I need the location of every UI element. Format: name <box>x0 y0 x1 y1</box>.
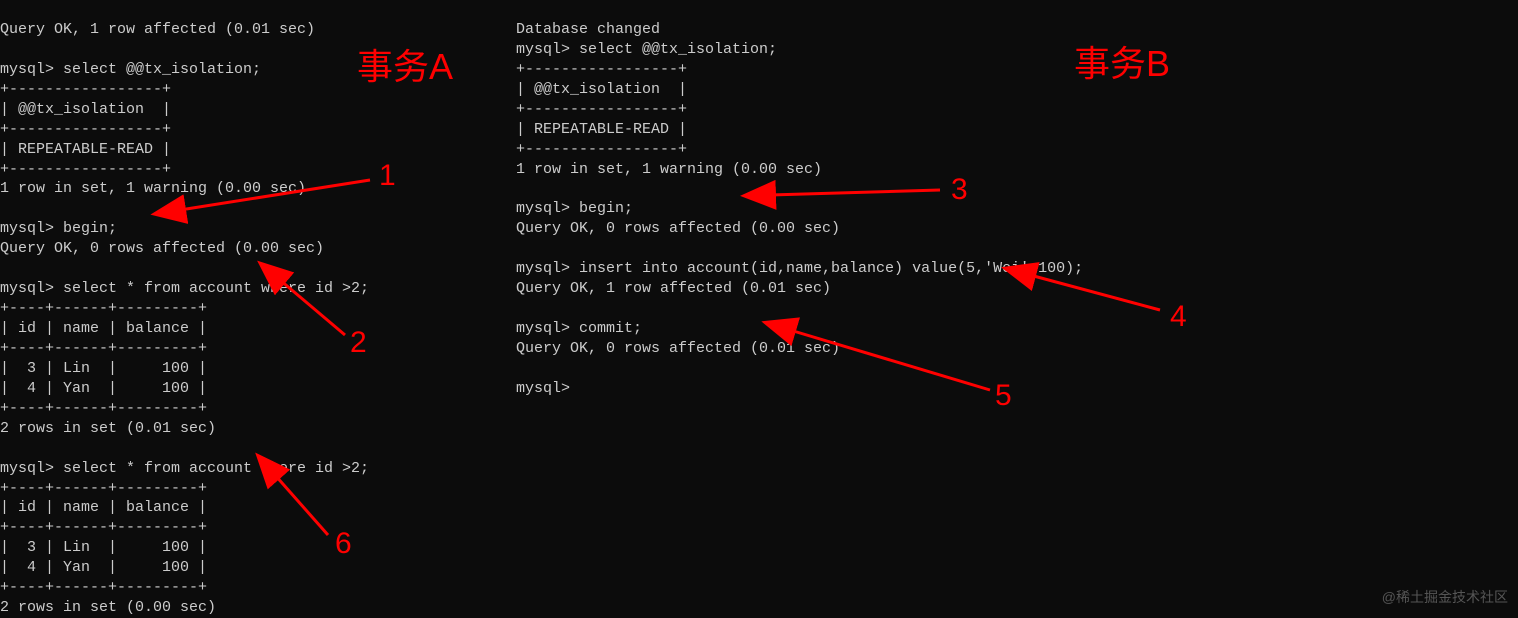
terminal-b: Database changed mysql> select @@tx_isol… <box>516 0 1083 399</box>
terminal-line: | 4 | Yan | 100 | <box>0 380 207 397</box>
terminal-line: +-----------------+ <box>516 101 687 118</box>
terminal-line: 2 rows in set (0.01 sec) <box>0 420 216 437</box>
terminal-line: mysql> insert into account(id,name,balan… <box>516 260 1083 277</box>
terminal-line: | id | name | balance | <box>0 499 207 516</box>
terminal-line: Query OK, 1 row affected (0.01 sec) <box>0 21 315 38</box>
terminal-line: 2 rows in set (0.00 sec) <box>0 599 216 616</box>
terminal-line: Query OK, 0 rows affected (0.01 sec) <box>516 340 840 357</box>
annotation-title-b: 事务B <box>1074 40 1170 88</box>
annotation-4: 4 <box>1170 297 1187 337</box>
terminal-line: +----+------+---------+ <box>0 480 207 497</box>
terminal-line: +----+------+---------+ <box>0 400 207 417</box>
terminal-line: Query OK, 0 rows affected (0.00 sec) <box>516 220 840 237</box>
terminal-line: | REPEATABLE-READ | <box>0 141 171 158</box>
terminal-line: | 3 | Lin | 100 | <box>0 360 207 377</box>
terminal-line: | @@tx_isolation | <box>0 101 171 118</box>
terminal-line: mysql> select @@tx_isolation; <box>516 41 777 58</box>
terminal-line: +-----------------+ <box>0 161 171 178</box>
terminal-line: 1 row in set, 1 warning (0.00 sec) <box>0 180 306 197</box>
terminal-line: 1 row in set, 1 warning (0.00 sec) <box>516 161 822 178</box>
terminal-line: Database changed <box>516 21 660 38</box>
terminal-line: +-----------------+ <box>0 81 171 98</box>
terminal-line: | @@tx_isolation | <box>516 81 687 98</box>
terminal-line: mysql> select * from account where id >2… <box>0 460 369 477</box>
terminal-line: +----+------+---------+ <box>0 340 207 357</box>
terminal-line: +----+------+---------+ <box>0 579 207 596</box>
terminal-line: mysql> commit; <box>516 320 642 337</box>
terminal-line: | id | name | balance | <box>0 320 207 337</box>
terminal-line: Query OK, 1 row affected (0.01 sec) <box>516 280 831 297</box>
terminal-line: +----+------+---------+ <box>0 300 207 317</box>
terminal-line: +-----------------+ <box>516 141 687 158</box>
terminal-line: +-----------------+ <box>516 61 687 78</box>
watermark: @稀土掘金技术社区 <box>1382 588 1508 607</box>
terminal-line: | REPEATABLE-READ | <box>516 121 687 138</box>
terminal-line: mysql> select @@tx_isolation; <box>0 61 261 78</box>
terminal-line: mysql> begin; <box>0 220 117 237</box>
terminal-line: +----+------+---------+ <box>0 519 207 536</box>
terminal-line: mysql> <box>516 380 579 397</box>
terminal-line: | 3 | Lin | 100 | <box>0 539 207 556</box>
terminal-line: mysql> begin; <box>516 200 633 217</box>
terminal-line: Query OK, 0 rows affected (0.00 sec) <box>0 240 324 257</box>
terminal-line: | 4 | Yan | 100 | <box>0 559 207 576</box>
terminal-a: Query OK, 1 row affected (0.01 sec) mysq… <box>0 0 510 618</box>
terminal-line: mysql> select * from account where id >2… <box>0 280 369 297</box>
terminal-line: +-----------------+ <box>0 121 171 138</box>
